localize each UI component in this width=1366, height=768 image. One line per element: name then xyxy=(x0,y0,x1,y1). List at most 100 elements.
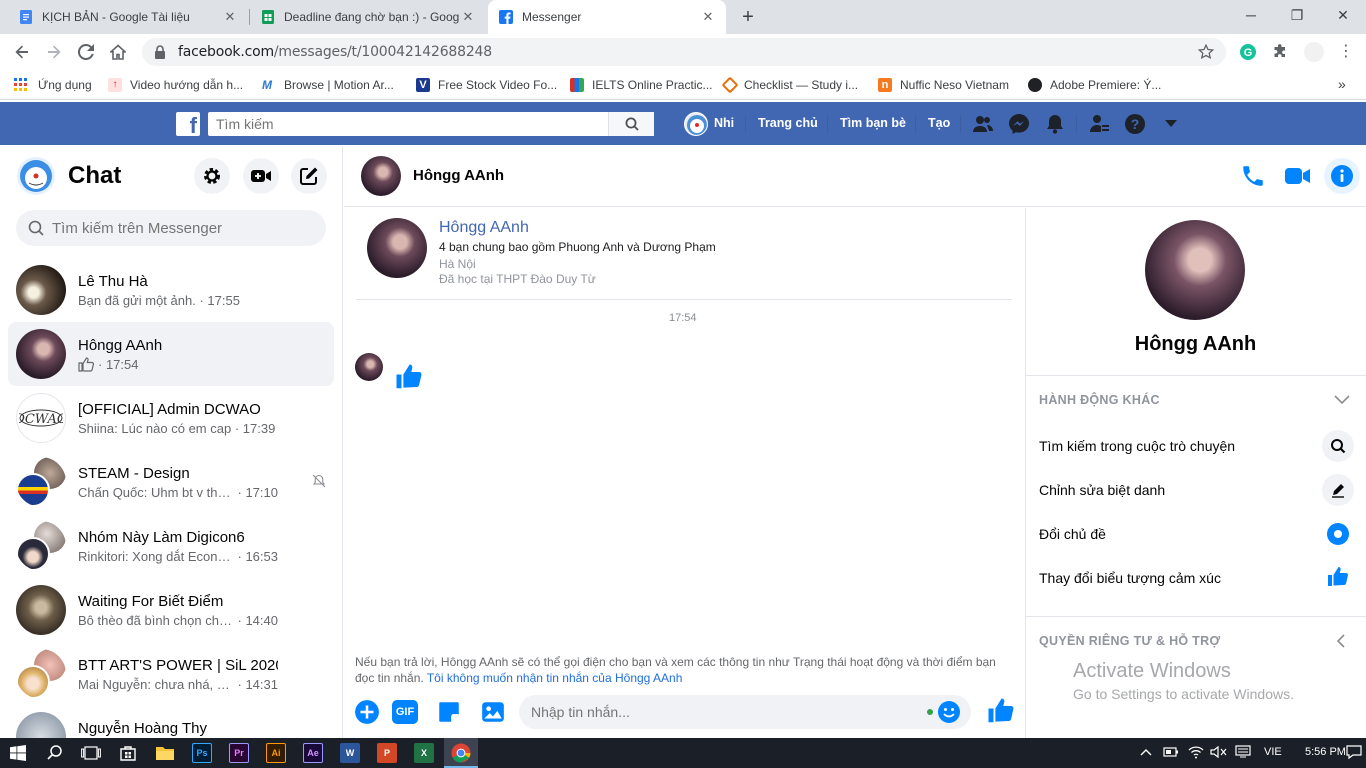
address-bar[interactable]: facebook.com/messages/t/100042142688248 xyxy=(142,38,1226,66)
volume-muted-icon[interactable] xyxy=(1210,745,1228,759)
nav-user-name[interactable]: Nhi xyxy=(714,116,734,130)
profile-name-link[interactable]: Hôngg AAnh xyxy=(439,219,529,237)
message-composer[interactable] xyxy=(519,695,971,729)
new-tab-button[interactable]: + xyxy=(736,5,760,29)
premiere-icon[interactable]: Pr xyxy=(229,743,249,763)
reload-button[interactable] xyxy=(73,39,99,65)
conversation-item[interactable]: DCWAO [OFFICIAL] Admin DCWAO Shiina: Lúc… xyxy=(8,386,334,450)
quick-help-icon[interactable] xyxy=(1088,113,1110,135)
bookmark-item[interactable]: Adobe Premiere: Ý... xyxy=(1028,76,1161,94)
excel-icon[interactable]: X xyxy=(414,743,434,763)
bookmark-item[interactable]: Checklist — Study i... xyxy=(721,76,858,94)
user-avatar[interactable] xyxy=(684,112,708,136)
search-icon[interactable] xyxy=(46,744,64,762)
tab-messenger[interactable]: Messenger ✕ xyxy=(488,0,726,34)
conversation-title[interactable]: Hôngg AAnh xyxy=(413,167,504,184)
facebook-search-input[interactable] xyxy=(208,113,608,135)
close-icon[interactable]: ✕ xyxy=(700,9,716,25)
grammarly-icon[interactable]: G xyxy=(1240,44,1256,60)
bookmark-item[interactable]: M Browse | Motion Ar... xyxy=(262,76,394,94)
theme-circle-icon[interactable] xyxy=(1326,522,1350,546)
phone-call-icon[interactable] xyxy=(1240,163,1266,189)
star-icon[interactable] xyxy=(1198,44,1214,60)
tab-google-docs[interactable]: KỊCH BẢN - Google Tài liệu ✕ xyxy=(8,0,248,34)
chrome-icon[interactable] xyxy=(451,743,471,763)
facebook-logo[interactable]: f xyxy=(176,112,200,138)
my-avatar[interactable] xyxy=(17,157,55,195)
battery-icon[interactable] xyxy=(1163,746,1179,758)
conversation-item[interactable]: BTT ART'S POWER | SiL 2020 Mai Nguyễn: c… xyxy=(8,642,334,706)
sticker-icon[interactable] xyxy=(436,699,462,725)
plus-circle-icon[interactable] xyxy=(354,699,380,725)
action-edit-nickname[interactable]: Chỉnh sửa biệt danh xyxy=(1039,482,1165,498)
help-icon[interactable]: ? xyxy=(1124,113,1146,135)
conversation-item-selected[interactable]: Hôngg AAnh · 17:54 xyxy=(8,322,334,386)
emoji-icon[interactable] xyxy=(937,700,961,724)
video-call-icon[interactable] xyxy=(1284,163,1312,189)
window-close-button[interactable]: ✕ xyxy=(1320,0,1366,30)
profile-photo[interactable] xyxy=(1145,220,1245,320)
message-input[interactable] xyxy=(531,704,921,720)
messenger-icon[interactable] xyxy=(1008,113,1030,135)
conversation-item[interactable]: Nguyễn Hoàng Thy xyxy=(8,706,334,740)
chevron-down-icon[interactable] xyxy=(1164,119,1178,129)
after-effects-icon[interactable]: Ae xyxy=(303,743,323,763)
facebook-search[interactable] xyxy=(208,112,654,136)
conversation-info-button[interactable] xyxy=(1324,158,1360,194)
bookmark-apps[interactable]: Ứng dụng xyxy=(14,76,92,94)
block-messages-link[interactable]: Tôi không muốn nhận tin nhắn của Hôngg A… xyxy=(427,671,683,685)
chevron-down-icon[interactable] xyxy=(1334,394,1350,406)
word-icon[interactable]: W xyxy=(340,743,360,763)
store-icon[interactable] xyxy=(119,744,137,762)
notifications-bell-icon[interactable] xyxy=(1044,113,1066,135)
messenger-search-input[interactable] xyxy=(52,219,312,237)
file-explorer-icon[interactable] xyxy=(155,745,175,761)
illustrator-icon[interactable]: Ai xyxy=(266,743,286,763)
tab-google-sheets[interactable]: Deadline đang chờ bạn :) - Goog ✕ xyxy=(250,0,486,34)
nav-find-friends[interactable]: Tìm bạn bè xyxy=(840,116,906,130)
nav-create[interactable]: Tạo xyxy=(928,116,950,130)
task-view-icon[interactable] xyxy=(81,745,101,761)
avatar[interactable] xyxy=(361,156,401,196)
conversation-item[interactable]: Waiting For Biết Điểm Bô thèo đã bình ch… xyxy=(8,578,334,642)
maximize-button[interactable]: ❐ xyxy=(1274,0,1320,30)
windows-start-icon[interactable] xyxy=(10,745,26,761)
messenger-search[interactable] xyxy=(16,210,326,246)
close-icon[interactable]: ✕ xyxy=(460,9,476,25)
bookmark-item[interactable]: IELTS Online Practic... xyxy=(570,76,713,94)
notifications-icon[interactable] xyxy=(1346,744,1362,760)
profile-avatar[interactable] xyxy=(1304,42,1324,62)
thumbs-up-icon[interactable] xyxy=(1326,565,1350,589)
extensions-icon[interactable] xyxy=(1272,44,1288,60)
keyboard-icon[interactable] xyxy=(1235,745,1251,759)
home-button[interactable] xyxy=(105,39,131,65)
search-icon[interactable] xyxy=(608,112,654,136)
section-privacy-support[interactable]: QUYỀN RIÊNG TƯ & HỖ TRỢ xyxy=(1039,634,1220,648)
conversation-item[interactable]: Nhóm Này Làm Digicon6 Rinkitori: Xong dắ… xyxy=(8,514,334,578)
thumbs-up-message-icon[interactable] xyxy=(394,362,424,392)
action-change-emoji[interactable]: Thay đổi biểu tượng cảm xúc xyxy=(1039,570,1221,586)
bookmark-item[interactable]: ↑ Video hướng dẫn h... xyxy=(108,76,243,94)
section-more-actions[interactable]: HÀNH ĐỘNG KHÁC xyxy=(1039,393,1160,407)
wifi-icon[interactable] xyxy=(1188,745,1204,759)
lock-icon[interactable] xyxy=(154,45,166,59)
settings-button[interactable] xyxy=(194,158,230,194)
new-message-button[interactable] xyxy=(291,158,327,194)
conversation-item[interactable]: STEAM - Design Chấn Quốc: Uhm bt v thì m… xyxy=(8,450,334,514)
bookmark-item[interactable]: V Free Stock Video Fo... xyxy=(416,76,557,94)
bookmark-item[interactable]: n Nuffic Neso Vietnam xyxy=(878,76,1009,94)
search-icon[interactable] xyxy=(1322,430,1354,462)
minimize-button[interactable]: ─ xyxy=(1228,0,1274,30)
profile-avatar[interactable] xyxy=(367,218,427,278)
photoshop-icon[interactable]: Ps xyxy=(192,743,212,763)
taskbar-clock[interactable]: 5:56 PM xyxy=(1305,746,1346,758)
bookmarks-overflow-icon[interactable]: » xyxy=(1338,76,1346,92)
send-like-icon[interactable] xyxy=(986,696,1016,726)
powerpoint-icon[interactable]: P xyxy=(377,743,397,763)
gif-icon[interactable]: GIF xyxy=(392,700,418,724)
action-change-theme[interactable]: Đổi chủ đề xyxy=(1039,526,1106,542)
close-icon[interactable]: ✕ xyxy=(222,9,238,25)
back-button[interactable] xyxy=(9,39,35,65)
chevron-left-icon[interactable] xyxy=(1336,633,1346,649)
photo-icon[interactable] xyxy=(480,699,506,725)
